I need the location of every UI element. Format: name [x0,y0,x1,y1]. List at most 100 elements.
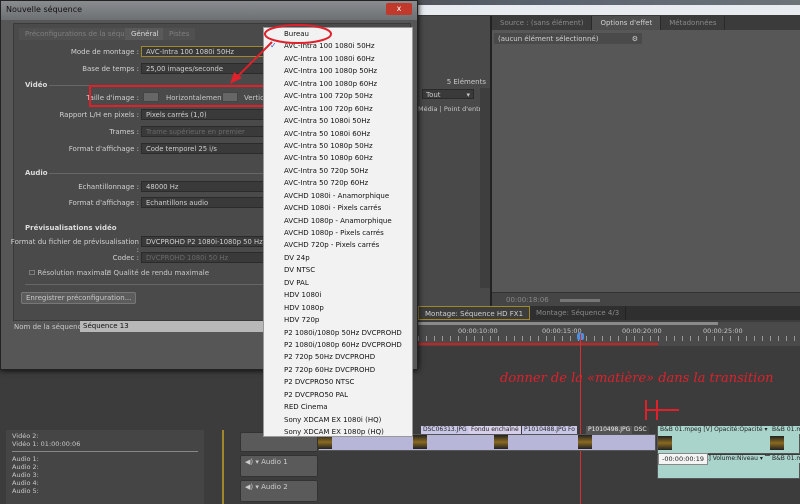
display-format-select[interactable]: Code temporel 25 i/s [141,143,266,154]
speaker-icon[interactable]: ◀) [245,458,253,466]
dropdown-item[interactable]: P2 720p 50Hz DVCPROHD [264,351,412,363]
dropdown-item-label: AVC-Intra 50 720p 60Hz [284,179,369,188]
codec-select[interactable]: DVCPROHD 1080i 50 Hz [141,252,266,263]
arrow-line [233,41,273,81]
dropdown-item[interactable]: AVC-Intra 50 1080p 60Hz [264,152,412,164]
col-media[interactable]: Média [418,105,438,113]
dropdown-item[interactable]: AVCHD 720p - Pixels carrés [264,239,412,251]
dropdown-item-label: HDV 1080p [284,303,324,312]
fields-select[interactable]: Trame supérieure en premier [141,126,266,137]
dropdown-item[interactable]: AVCHD 1080i - Anamorphique [264,190,412,202]
clip-label[interactable]: DSC [632,426,649,434]
sample-rate-select[interactable]: 48000 Hz [141,181,266,192]
project-panel: 5 Eléments Tout ▾ Média | Point d'entrée [418,16,490,306]
clip-label[interactable]: P1010488.JPG [522,426,569,434]
tab-sequence-4-3[interactable]: Montage: Séquence 4/3 [530,306,627,320]
speaker-icon[interactable]: ◀) [245,483,253,491]
dropdown-item[interactable]: AVC-Intra 50 1080p 50Hz [264,140,412,152]
clip-label[interactable]: [A] Volume:Niveau ▾ [700,455,765,463]
dropdown-item[interactable]: AVC-Intra 50 720p 60Hz [264,177,412,189]
dropdown-item[interactable]: HDV 1080p [264,302,412,314]
max-resolution-checkbox[interactable]: ☐ Résolution maximale [29,269,111,277]
meter-audio-1: Audio 1: [12,455,39,463]
tab-tracks[interactable]: Pistes [163,28,196,40]
fields-label: Trames : [109,128,139,136]
tab-sequence-hd-fx1[interactable]: Montage: Séquence HD FX1 [418,306,531,320]
max-quality-checkbox[interactable]: ☐ Qualité de rendu maximale [105,269,209,277]
clip-label[interactable]: B&B 01.mp [770,426,800,434]
filter-select[interactable]: Tout ▾ [422,89,474,99]
timeline-tabs: Montage: Séquence HD FX1 Montage: Séquen… [418,306,800,320]
dropdown-item[interactable]: AVC-Intra 50 720p 50Hz [264,165,412,177]
tab-metadata[interactable]: Métadonnées [661,16,726,30]
zoom-slider[interactable] [560,299,600,302]
meter-video-2: Vidéo 2: [12,432,39,440]
ruler-ticks [418,336,800,341]
transition-label[interactable]: Fondu enchaîné [469,426,521,434]
tab-general[interactable]: Général [125,28,165,40]
settings-icon[interactable]: ⚙ [632,35,638,43]
dropdown-item[interactable]: Sony XDCAM EX 1080i (HQ) [264,414,412,426]
audio-track-2-header[interactable]: ◀) ▾ Audio 2 [240,480,318,502]
dropdown-item[interactable]: DV PAL [264,277,412,289]
dropdown-item[interactable]: P2 DVCPRO50 NTSC [264,376,412,388]
tick-label: 00:00:10:00 [458,327,498,335]
sequence-name-label: Nom de la séquence : [14,323,91,331]
dropdown-item[interactable]: P2 1080i/1080p 60Hz DVCPROHD [264,339,412,351]
clip-thumbnail [770,436,784,450]
sequence-name-input[interactable]: Séquence 13 [80,321,266,332]
dropdown-item[interactable]: HDV 1080i [264,289,412,301]
dropdown-item-label: AVCHD 1080i - Pixels carrés [284,204,382,213]
track-name: Audio 1 [261,458,288,466]
close-button[interactable]: x [386,3,412,15]
time-ruler[interactable]: 00:00:10:00 00:00:15:00 00:00:20:00 00:0… [418,322,800,346]
clip-label[interactable]: DSC06313.JPG [421,426,469,434]
max-quality-label: Qualité de rendu maximale [113,269,210,277]
dropdown-item[interactable]: RED Cinema [264,401,412,413]
max-resolution-label: Résolution maximale [37,269,111,277]
dropdown-item[interactable]: AVCHD 1080p - Pixels carrés [264,227,412,239]
scrollbar[interactable] [480,88,490,288]
dropdown-item-label: Sony XDCAM EX 1080i (HQ) [284,415,382,424]
dropdown-item-label: AVCHD 1080p - Anamorphique [284,216,392,225]
audio-section: Audio [25,169,48,177]
dropdown-item[interactable]: AVCHD 1080p - Anamorphique [264,215,412,227]
clip-label-selected[interactable]: P1010498.JPG [586,426,633,434]
dropdown-item[interactable]: AVC-Intra 100 720p 60Hz [264,103,412,115]
dropdown-item[interactable]: DV 24p [264,252,412,264]
dropdown-item[interactable]: P2 720p 60Hz DVCPROHD [264,364,412,376]
tab-source[interactable]: Source : (sans élément) [492,16,593,30]
dropdown-item[interactable]: P2 1080i/1080p 50Hz DVCPROHD [264,327,412,339]
mode-label: Mode de montage : [70,48,139,56]
chevron-down-icon: ▾ [466,91,470,99]
render-bar [418,343,658,345]
dropdown-item[interactable]: P2 DVCPRO50 PAL [264,389,412,401]
work-area-bar[interactable] [418,322,718,325]
preview-format-select[interactable]: DVCPROHD P2 1080i-1080p 50 Hz [141,236,266,247]
dropdown-item[interactable]: HDV 720p [264,314,412,326]
audio-display-select[interactable]: Echantillons audio [141,197,266,208]
audio-meters-panel: Vidéo 2: Vidéo 1: 01:00:00:06 Audio 1: A… [6,430,204,504]
save-preset-button[interactable]: Enregistrer préconfiguration... [21,292,137,304]
dropdown-item-label: AVC-Intra 50 1080p 50Hz [284,141,373,150]
dropdown-item[interactable]: AVC-Intra 50 1080i 60Hz [264,128,412,140]
dropdown-item-label: AVCHD 1080i - Anamorphique [284,191,390,200]
dropdown-item[interactable]: DV NTSC [264,264,412,276]
sample-rate-label: Echantillonnage : [78,183,139,191]
clip-label[interactable]: Fo [566,426,577,434]
par-select[interactable]: Pixels carrés (1,0) [141,109,266,120]
dropdown-item-label: AVCHD 720p - Pixels carrés [284,241,380,250]
clip-label[interactable]: B&B 01.mpeg [V] Opacité:Opacité ▾ [658,426,770,434]
dropdown-item[interactable]: Sony XDCAM EX 1080p (HQ) [264,426,412,436]
dropdown-item[interactable]: AVCHD 1080i - Pixels carrés [264,202,412,214]
dropdown-item-label: AVC-Intra 100 720p 60Hz [284,104,373,113]
track-name: Audio 2 [261,483,288,491]
meter-video-1: Vidéo 1: 01:00:00:06 [12,440,81,448]
tab-effect-options[interactable]: Options d'effet [592,16,662,30]
dropdown-item-label: P2 DVCPRO50 PAL [284,390,349,399]
dropdown-item[interactable]: AVC-Intra 50 1080i 50Hz [264,115,412,127]
audio-track-1-header[interactable]: ◀) ▾ Audio 1 [240,455,318,477]
clip-label[interactable]: B&B 01.mp [770,455,800,463]
item-count: 5 Eléments [446,78,486,86]
panel-border [222,430,224,504]
